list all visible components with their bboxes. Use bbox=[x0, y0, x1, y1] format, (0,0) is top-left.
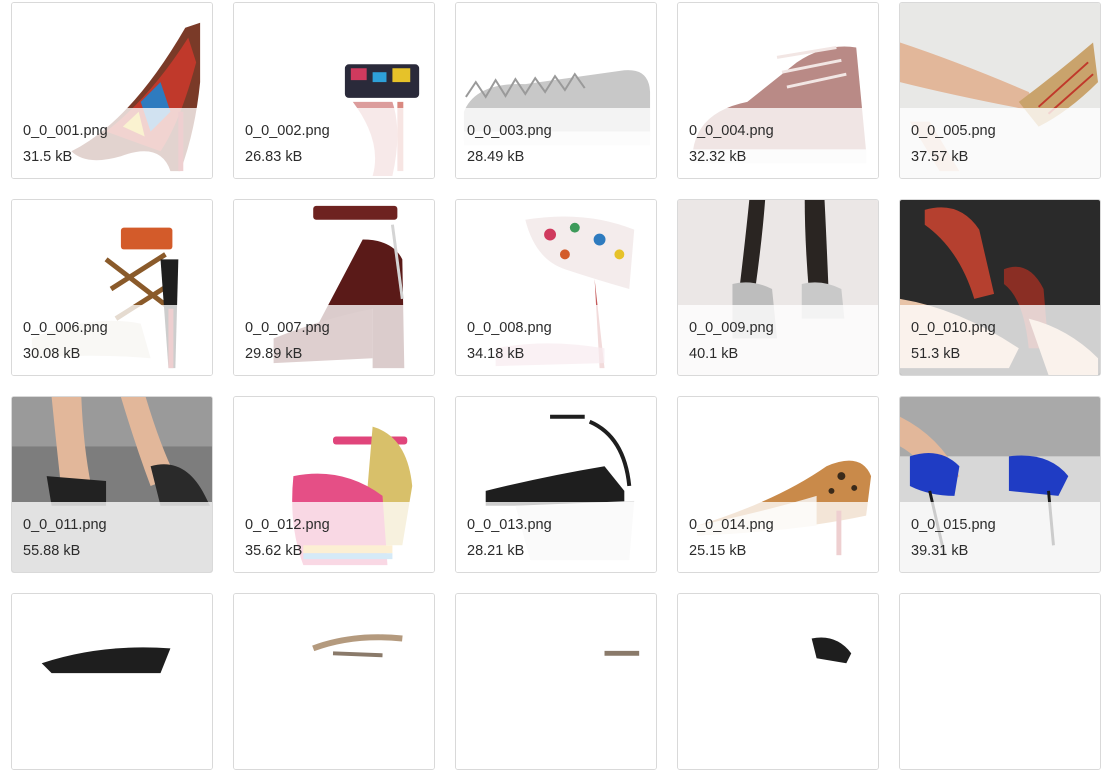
file-size: 31.5 kB bbox=[23, 149, 73, 165]
file-caption: 0_0_011.png 55.88 kB bbox=[12, 502, 212, 572]
file-card[interactable]: 0_0_013.png 28.21 kB bbox=[455, 396, 657, 573]
file-size: 28.21 kB bbox=[467, 543, 525, 559]
file-name: 0_0_002.png bbox=[245, 123, 330, 139]
file-card[interactable]: 0_0_002.png 26.83 kB bbox=[233, 2, 435, 179]
file-name: 0_0_014.png bbox=[689, 517, 774, 533]
file-size: 29.89 kB bbox=[245, 346, 303, 362]
file-size: 37.57 kB bbox=[911, 149, 969, 165]
file-caption: 0_0_002.png 26.83 kB bbox=[234, 108, 434, 178]
file-caption: 0_0_007.png 29.89 kB bbox=[234, 305, 434, 375]
file-card[interactable]: 0_0_005.png 37.57 kB bbox=[899, 2, 1101, 179]
file-card[interactable]: 0_0_007.png 29.89 kB bbox=[233, 199, 435, 376]
file-name: 0_0_012.png bbox=[245, 517, 330, 533]
file-name: 0_0_010.png bbox=[911, 320, 996, 336]
file-size: 51.3 kB bbox=[911, 346, 961, 362]
file-caption: 0_0_005.png 37.57 kB bbox=[900, 108, 1100, 178]
file-card[interactable]: 0_0_009.png 40.1 kB bbox=[677, 199, 879, 376]
file-size: 55.88 kB bbox=[23, 543, 81, 559]
image-thumbnail bbox=[678, 594, 878, 769]
file-size: 35.62 kB bbox=[245, 543, 303, 559]
file-card[interactable]: 0_0_012.png 35.62 kB bbox=[233, 396, 435, 573]
image-thumbnail bbox=[456, 594, 656, 769]
file-name: 0_0_009.png bbox=[689, 320, 774, 336]
file-caption: 0_0_009.png 40.1 kB bbox=[678, 305, 878, 375]
file-size: 25.15 kB bbox=[689, 543, 747, 559]
file-card[interactable] bbox=[455, 593, 657, 770]
file-card[interactable]: 0_0_015.png 39.31 kB bbox=[899, 396, 1101, 573]
file-size: 34.18 kB bbox=[467, 346, 525, 362]
file-caption: 0_0_015.png 39.31 kB bbox=[900, 502, 1100, 572]
file-name: 0_0_008.png bbox=[467, 320, 552, 336]
file-caption: 0_0_001.png 31.5 kB bbox=[12, 108, 212, 178]
file-caption: 0_0_012.png 35.62 kB bbox=[234, 502, 434, 572]
file-card[interactable] bbox=[11, 593, 213, 770]
file-name: 0_0_004.png bbox=[689, 123, 774, 139]
file-size: 28.49 kB bbox=[467, 149, 525, 165]
file-card[interactable]: 0_0_004.png 32.32 kB bbox=[677, 2, 879, 179]
file-caption: 0_0_014.png 25.15 kB bbox=[678, 502, 878, 572]
image-thumbnail bbox=[900, 594, 1100, 769]
file-name: 0_0_006.png bbox=[23, 320, 108, 336]
file-size: 39.31 kB bbox=[911, 543, 969, 559]
file-card[interactable] bbox=[677, 593, 879, 770]
file-name: 0_0_013.png bbox=[467, 517, 552, 533]
file-name: 0_0_003.png bbox=[467, 123, 552, 139]
file-card[interactable]: 0_0_011.png 55.88 kB bbox=[11, 396, 213, 573]
file-name: 0_0_007.png bbox=[245, 320, 330, 336]
file-name: 0_0_001.png bbox=[23, 123, 108, 139]
file-caption: 0_0_003.png 28.49 kB bbox=[456, 108, 656, 178]
file-card[interactable] bbox=[233, 593, 435, 770]
file-size: 26.83 kB bbox=[245, 149, 303, 165]
file-card[interactable]: 0_0_006.png 30.08 kB bbox=[11, 199, 213, 376]
file-card[interactable]: 0_0_014.png 25.15 kB bbox=[677, 396, 879, 573]
file-card[interactable]: 0_0_010.png 51.3 kB bbox=[899, 199, 1101, 376]
file-size: 32.32 kB bbox=[689, 149, 747, 165]
file-caption: 0_0_013.png 28.21 kB bbox=[456, 502, 656, 572]
file-caption: 0_0_008.png 34.18 kB bbox=[456, 305, 656, 375]
file-name: 0_0_015.png bbox=[911, 517, 996, 533]
file-name: 0_0_005.png bbox=[911, 123, 996, 139]
file-card[interactable]: 0_0_003.png 28.49 kB bbox=[455, 2, 657, 179]
image-thumbnail bbox=[12, 594, 212, 769]
file-size: 30.08 kB bbox=[23, 346, 81, 362]
image-thumbnail bbox=[234, 594, 434, 769]
file-card[interactable]: 0_0_008.png 34.18 kB bbox=[455, 199, 657, 376]
file-caption: 0_0_004.png 32.32 kB bbox=[678, 108, 878, 178]
file-name: 0_0_011.png bbox=[23, 517, 107, 533]
file-size: 40.1 kB bbox=[689, 346, 739, 362]
file-card[interactable] bbox=[899, 593, 1101, 770]
file-card[interactable]: 0_0_001.png 31.5 kB bbox=[11, 2, 213, 179]
file-caption: 0_0_010.png 51.3 kB bbox=[900, 305, 1100, 375]
file-caption: 0_0_006.png 30.08 kB bbox=[12, 305, 212, 375]
